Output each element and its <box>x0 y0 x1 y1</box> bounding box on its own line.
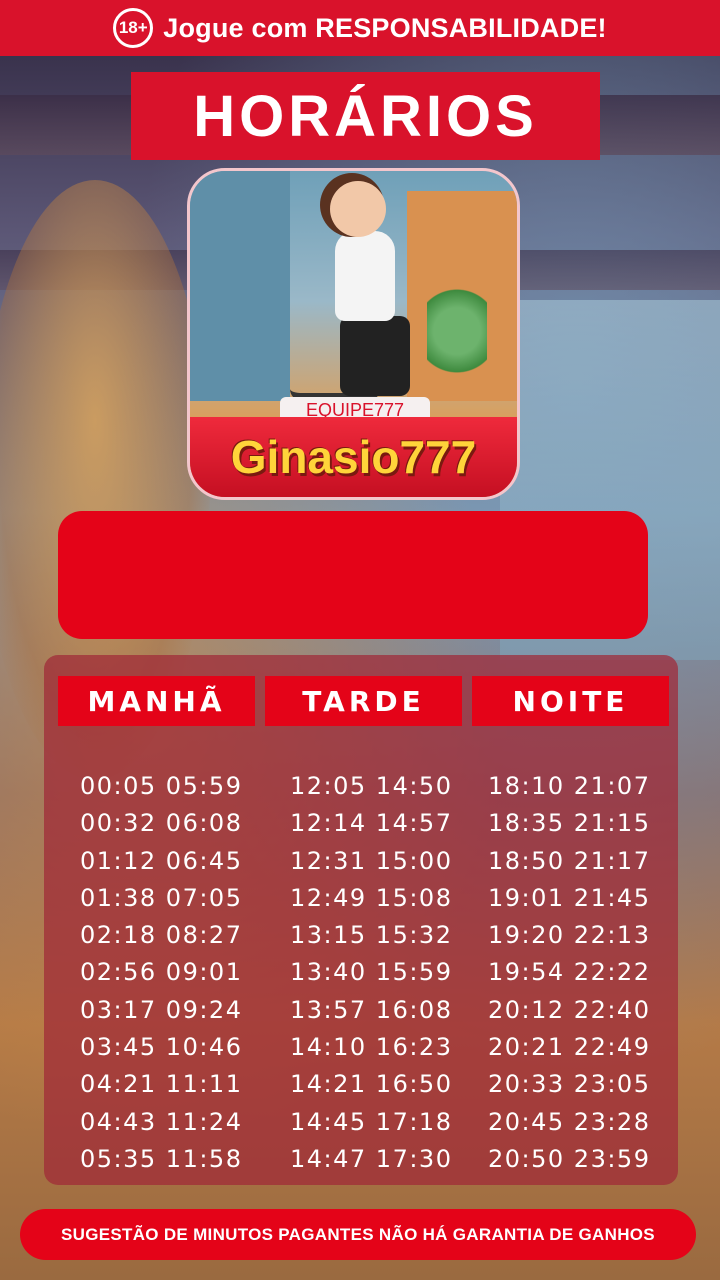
time-slot: 03:45 10:46 <box>80 1033 243 1062</box>
column-header-manha: MANHÃ <box>58 676 255 726</box>
time-slot: 05:35 11:58 <box>80 1144 243 1173</box>
logo-name: Ginasio777 <box>230 431 477 483</box>
time-slot: 19:54 22:22 <box>488 958 651 987</box>
plant-icon <box>427 281 487 381</box>
column-header-noite: NOITE <box>472 676 669 726</box>
time-slot: 01:12 06:45 <box>80 846 243 875</box>
time-slot: 14:21 16:50 <box>290 1070 453 1099</box>
time-slot: 20:33 23:05 <box>488 1070 651 1099</box>
time-slot: 13:40 15:59 <box>290 958 453 987</box>
times-list-noite: 18:10 21:07 18:35 21:15 18:50 21:17 19:0… <box>488 768 650 1178</box>
time-slot: 18:10 21:07 <box>488 772 651 800</box>
time-slot: 20:45 23:28 <box>488 1107 651 1136</box>
times-list-manha: 00:05 05:59 00:32 06:08 01:12 06:45 01:3… <box>80 768 242 1178</box>
time-slot: 04:43 11:24 <box>80 1107 243 1136</box>
cyclist-head <box>330 181 386 237</box>
redacted-panel <box>58 511 648 639</box>
logo-banner: Ginasio777 <box>190 417 517 497</box>
time-slot: 03:17 09:24 <box>80 995 243 1024</box>
time-slot: 20:50 23:59 <box>488 1144 651 1173</box>
page-title: HORÁRIOS <box>131 72 600 160</box>
logo-mirror-wall <box>190 171 290 401</box>
time-slot: 02:18 08:27 <box>80 921 243 950</box>
responsibility-text: Jogue com RESPONSABILIDADE! <box>163 12 607 43</box>
time-slot: 02:56 09:01 <box>80 958 243 987</box>
time-slot: 01:38 07:05 <box>80 883 243 912</box>
time-slot: 18:35 21:15 <box>488 809 651 838</box>
time-slot: 19:01 21:45 <box>488 883 651 912</box>
time-slot: 00:05 05:59 <box>80 772 243 800</box>
time-slot: 14:10 16:23 <box>290 1033 453 1062</box>
time-slot: 18:50 21:17 <box>488 846 651 875</box>
column-header-tarde: TARDE <box>265 676 462 726</box>
responsibility-banner: 18+ Jogue com RESPONSABILIDADE! <box>0 0 720 56</box>
time-slot: 12:49 15:08 <box>290 883 453 912</box>
cyclist-body <box>335 231 395 321</box>
time-slot: 00:32 06:08 <box>80 809 243 838</box>
cyclist-legs <box>340 316 410 396</box>
time-slot: 14:45 17:18 <box>290 1107 453 1136</box>
time-slot: 13:57 16:08 <box>290 995 453 1024</box>
disclaimer-banner: SUGESTÃO DE MINUTOS PAGANTES NÃO HÁ GARA… <box>20 1209 696 1260</box>
times-list-tarde: 12:05 14:50 12:14 14:57 12:31 15:00 12:4… <box>290 768 452 1178</box>
time-slot: 19:20 22:13 <box>488 921 651 950</box>
time-slot: 20:12 22:40 <box>488 995 651 1024</box>
time-slot: 12:05 14:50 <box>290 772 453 800</box>
time-slot: 04:21 11:11 <box>80 1070 243 1099</box>
time-slot: 12:31 15:00 <box>290 846 453 875</box>
time-slot: 12:14 14:57 <box>290 809 453 838</box>
age-18-icon: 18+ <box>113 8 154 48</box>
ginasio777-logo: EQUIPE777 Ginasio777 <box>187 168 520 500</box>
time-slot: 13:15 15:32 <box>290 921 453 950</box>
time-slot: 14:47 17:30 <box>290 1144 453 1173</box>
time-slot: 20:21 22:49 <box>488 1033 651 1062</box>
